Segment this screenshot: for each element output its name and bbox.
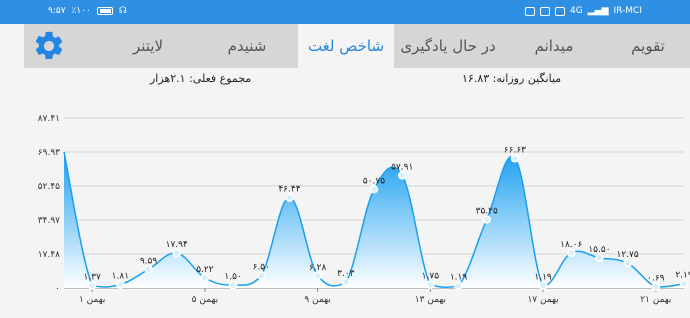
- y-tick-label: ۳۴.۹۷: [38, 216, 60, 226]
- data-label: ۳۵.۲۵: [476, 206, 498, 216]
- data-label: ۱.۳۷: [83, 272, 101, 282]
- word-index-chart: ۰ ۱۷.۴۸ ۳۴.۹۷ ۵۲.۴۵ ۶۹.۹۳ ۸۷.۴۱ ۱ بهمن ۵ بهمن ۹…: [24, 100, 690, 318]
- x-tick-label: ۱۳ بهمن: [415, 295, 446, 305]
- data-label: ۰.۶۹: [647, 274, 665, 284]
- carrier-name: IR-MCI: [613, 6, 643, 16]
- x-tick-label: ۱۷ بهمن: [527, 295, 558, 305]
- left-margin: [0, 24, 24, 318]
- total-actual: مجموع فعلی: ۲.۱هزار: [150, 72, 252, 85]
- tab-label: شاخص لغت: [307, 37, 385, 55]
- data-point: [595, 253, 604, 263]
- data-point: [679, 279, 689, 288]
- tab-known[interactable]: میدانم: [502, 24, 606, 68]
- data-point: [538, 281, 548, 290]
- clock: ۹:۵۷: [48, 6, 66, 16]
- network-type: 4G: [570, 6, 583, 16]
- chart-svg: ۰ ۱۷.۴۸ ۳۴.۹۷ ۵۲.۴۵ ۶۹.۹۳ ۸۷.۴۱ ۱ بهمن ۵ بهمن ۹…: [38, 114, 690, 305]
- headset-icon: ☊: [118, 6, 127, 16]
- data-label: ۱۸.۰۶: [560, 240, 582, 250]
- y-tick-label: ۸۷.۴۱: [38, 114, 60, 124]
- data-label: ۶۶.۶۳: [504, 145, 526, 155]
- tab-bar: تقویم میدانم در حال یادگیری شاخص لغت شنی…: [24, 24, 690, 68]
- battery-icon: [96, 7, 113, 15]
- data-label: ۵۷.۹۱: [391, 162, 413, 172]
- data-label: ۱.۷۵: [422, 272, 440, 282]
- tab-label: لایتنر: [132, 37, 164, 55]
- y-tick-label: ۶۹.۹۳: [38, 148, 60, 158]
- data-point: [228, 280, 238, 290]
- data-label: ۱۵.۵۰: [588, 245, 610, 255]
- data-label: ۵.۲۲: [196, 265, 214, 275]
- y-tick-label: ۵۲.۴۵: [38, 182, 60, 192]
- tab-heard[interactable]: شنیدم: [196, 24, 298, 68]
- data-label: ۱۲.۷۵: [617, 250, 639, 260]
- data-label: ۶.۲۸: [309, 263, 327, 273]
- data-label: ۴۶.۴۴: [278, 185, 300, 195]
- data-point: [116, 280, 125, 289]
- tab-calendar[interactable]: تقویم: [606, 24, 690, 68]
- data-label: ۱.۸۱: [112, 271, 129, 281]
- tab-label: شنیدم: [227, 37, 267, 55]
- data-point: [285, 193, 294, 202]
- daily-average: میانگین روزانه: ۱۶.۸۳: [462, 72, 562, 85]
- status-left: ۹:۵۷ ٪۱۰۰ ☊: [48, 6, 127, 16]
- data-label: ۱۷.۹۴: [166, 240, 188, 250]
- app-notification-icon: [525, 6, 536, 16]
- signal-icon: ▂▄▆: [587, 6, 609, 16]
- data-point: [257, 271, 266, 280]
- tab-label: تقویم: [631, 37, 665, 55]
- data-label: ۱.۵۰: [224, 272, 241, 282]
- data-label: ۱.۱۹: [534, 273, 552, 283]
- data-point: [567, 248, 576, 258]
- data-point: [172, 248, 181, 258]
- tab-learning[interactable]: در حال یادگیری: [394, 24, 502, 68]
- x-tick-label: ۱ بهمن: [79, 295, 105, 305]
- tab-label: در حال یادگیری: [400, 37, 496, 55]
- telegram-icon: [555, 6, 566, 16]
- data-point: [341, 277, 351, 287]
- y-tick-label: ۱۷.۴۸: [38, 250, 60, 260]
- data-label: ۱.۱۹: [450, 273, 468, 283]
- x-tick-label: ۵ بهمن: [192, 295, 218, 305]
- data-point: [313, 271, 322, 281]
- data-point: [510, 154, 520, 163]
- tab-leitner[interactable]: لایتنر: [100, 24, 196, 68]
- data-label: ۹.۵۹: [140, 256, 158, 266]
- x-tick-label: ۹ بهمن: [304, 295, 330, 305]
- data-point: [482, 215, 491, 224]
- status-bar: ۹:۵۷ ٪۱۰۰ ☊ 4G ▂▄▆ IR-MCI: [0, 0, 690, 24]
- data-point: [623, 258, 632, 268]
- x-tick-label: ۲۱ بهمن: [640, 295, 671, 305]
- data-point: [426, 280, 435, 289]
- data-label: ۳.۰۳: [337, 269, 355, 279]
- data-point: [651, 282, 661, 291]
- whatsapp-icon: [540, 6, 551, 16]
- data-point: [144, 265, 153, 274]
- data-point: [200, 273, 210, 283]
- data-point: [397, 171, 407, 180]
- data-point: [87, 281, 97, 290]
- tab-word-index[interactable]: شاخص لغت: [298, 24, 394, 68]
- battery-percent: ٪۱۰۰: [71, 6, 91, 16]
- data-label: ۶.۵۰: [253, 262, 270, 272]
- gear-icon[interactable]: [32, 29, 66, 63]
- tab-label: میدانم: [534, 37, 574, 55]
- data-point: [369, 185, 379, 194]
- data-point: [454, 281, 463, 290]
- status-right: 4G ▂▄▆ IR-MCI: [525, 6, 642, 16]
- data-label: ۵۰.۷۵: [363, 176, 385, 186]
- y-tick-label: ۰: [55, 284, 60, 294]
- data-label: ۲.۱۹: [675, 271, 690, 281]
